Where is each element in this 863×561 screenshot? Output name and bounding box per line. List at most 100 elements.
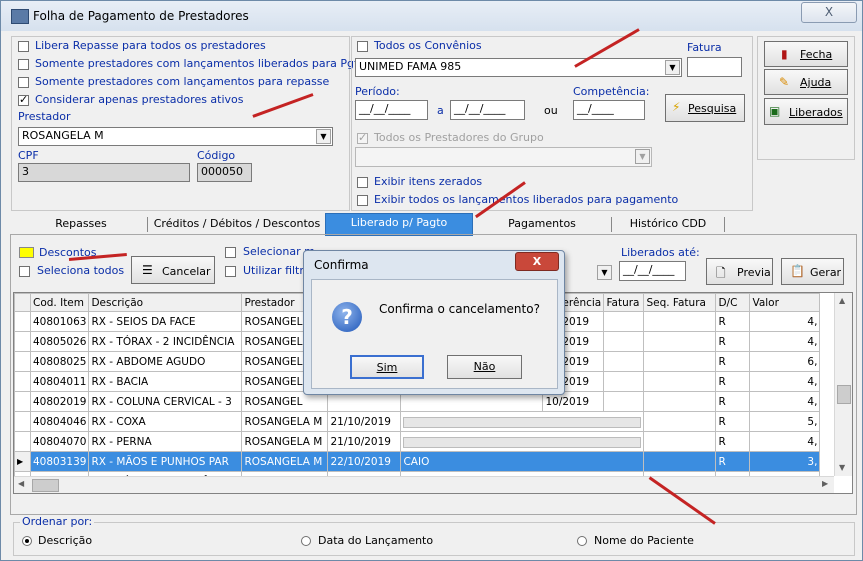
column-header[interactable]: Seq. Fatura [643,293,717,312]
row-indicator [14,431,31,452]
table-cell: 40804046 [29,411,90,432]
selecionar-checkbox[interactable] [225,247,236,258]
seleciona-todos-label: Seleciona todos [37,264,125,277]
table-cell: 4, [749,431,821,452]
table-row[interactable]: 40804070 RX - PERNA ROSANGELA M 21/10/2019 R… [14,431,821,452]
tab-pagamentos[interactable]: Pagamentos [473,215,611,234]
gerar-label: Gerar [810,266,842,279]
exibir-zerados-checkbox[interactable] [357,177,368,188]
tab-historico[interactable]: Histórico CDD [613,215,723,234]
order-data-radio[interactable] [301,536,311,546]
convenio-select[interactable]: UNIMED FAMA 985 [355,58,682,77]
tab-separator [611,217,612,232]
row-indicator [14,411,31,432]
todos-grupo-label: Todos os Prestadores do Grupo [374,131,544,144]
previa-button[interactable]: 🗋 Previa [706,258,773,285]
convenio-dropdown-icon[interactable]: ▼ [665,60,680,75]
competencia-field[interactable]: __/____ [573,100,645,120]
scroll-right-icon[interactable]: ▶ [822,479,828,488]
prestador-select[interactable]: ROSANGELA M [18,127,333,146]
somente-liberados-label: Somente prestadores com lançamentos libe… [35,57,369,70]
prestador-dropdown-icon[interactable]: ▼ [316,129,331,144]
row-indicator: ▶ [14,451,31,472]
scroll-down-icon[interactable]: ▼ [839,463,845,472]
table-cell: R [715,391,751,412]
periodo-to-field[interactable]: __/__/____ [450,100,525,120]
row-indicator-header [14,293,31,312]
horizontal-scrollbar[interactable]: ◀ ▶ [14,476,834,493]
tab-repasses[interactable]: Repasses [15,215,147,234]
order-nome-label: Nome do Paciente [594,534,694,547]
dialog-close-button[interactable]: X [515,252,559,271]
liberados-ate-field[interactable]: __/__/____ [619,261,686,281]
somente-repasse-checkbox[interactable] [18,77,29,88]
dialog-message: Confirma o cancelamento? [379,302,540,316]
exibir-todos-checkbox[interactable] [357,195,368,206]
libera-repasse-checkbox[interactable] [18,41,29,52]
fecha-label: Fecha [800,48,833,61]
ajuda-button[interactable]: ✎ Ajuda [764,69,848,95]
grupo-select[interactable] [355,147,652,167]
column-header[interactable]: Fatura [603,293,645,312]
exibir-zerados-label: Exibir itens zerados [374,175,483,188]
vertical-scrollbar[interactable]: ▲ ▼ [834,293,852,476]
todos-grupo-checkbox[interactable] [357,131,368,144]
sim-button[interactable]: Sim [350,355,424,379]
pesquisa-label: Pesquisa [688,102,737,115]
tab-creditos[interactable]: Créditos / Débitos / Descontos [149,215,325,234]
table-cell [643,411,717,432]
pesquisa-button[interactable]: ⚡ Pesquisa [665,94,745,122]
clipboard-icon: 📋 [790,264,805,278]
order-group [13,522,855,556]
scroll-thumb[interactable] [837,385,851,404]
utilizar-filtro-label: Utilizar filtro [243,264,311,277]
todos-convenios-label: Todos os Convênios [374,39,482,52]
fatura-field[interactable] [687,57,742,77]
table-cell: 21/10/2019 [327,411,402,432]
table-cell: ROSANGELA M [241,411,329,432]
order-descricao-radio[interactable] [22,536,32,546]
table-cell [643,431,717,452]
grupo-dropdown-icon[interactable]: ▼ [635,149,650,164]
table-cell [603,311,645,332]
table-row[interactable]: ▶ 40803139 RX - MÃOS E PUNHOS PAR ROSANGELA… [14,451,821,472]
somente-liberados-checkbox[interactable] [18,59,29,70]
fecha-button[interactable]: ▮ Fecha [764,41,848,67]
gerar-button[interactable]: 📋 Gerar [781,258,844,285]
column-header[interactable]: D/C [715,293,751,312]
scroll-up-icon[interactable]: ▲ [839,296,845,305]
table-cell: RX - TÓRAX - 2 INCIDÊNCIA [88,331,243,352]
cpf-label: CPF [18,149,39,162]
tab-liberado[interactable]: Liberado p/ Pagto [325,213,473,236]
ou-label: ou [544,104,558,117]
scroll-hthumb[interactable] [32,479,59,492]
seleciona-todos-checkbox[interactable] [19,266,30,277]
table-cell [603,351,645,372]
table-cell: RX - PERNA [88,431,243,452]
codigo-label: Código [197,149,236,162]
progress-bar [403,417,642,428]
table-cell: 5, [749,411,821,432]
filter-dropdown-icon[interactable]: ▼ [597,265,612,280]
table-row[interactable]: 40804046 RX - COXA ROSANGELA M 21/10/2019 R 5… [14,411,821,432]
column-header[interactable]: Valor [749,293,821,312]
nao-button[interactable]: Não [447,355,522,379]
liberados-button[interactable]: ▣ Liberados [764,98,848,125]
table-cell: 4, [749,391,821,412]
window-close-button[interactable]: X [801,2,857,23]
order-nome-radio[interactable] [577,536,587,546]
column-header[interactable]: Cod. Item [29,293,90,312]
scroll-left-icon[interactable]: ◀ [18,479,24,488]
todos-convenios-checkbox[interactable] [357,41,368,52]
previa-label: Previa [737,266,771,279]
periodo-from-field[interactable]: __/__/____ [355,100,428,120]
confirm-dialog: Confirma X ? Confirma o cancelamento? Si… [303,250,565,395]
somente-repasse-label: Somente prestadores com lançamentos para… [35,75,330,88]
considerar-ativos-checkbox[interactable] [18,93,29,106]
row-indicator [14,311,31,332]
table-cell: R [715,311,751,332]
column-header[interactable]: Descrição [88,293,243,312]
fatura-label: Fatura [687,41,722,54]
utilizar-filtro-checkbox[interactable] [225,266,236,277]
cancelar-button[interactable]: ☰ Cancelar [131,256,215,284]
